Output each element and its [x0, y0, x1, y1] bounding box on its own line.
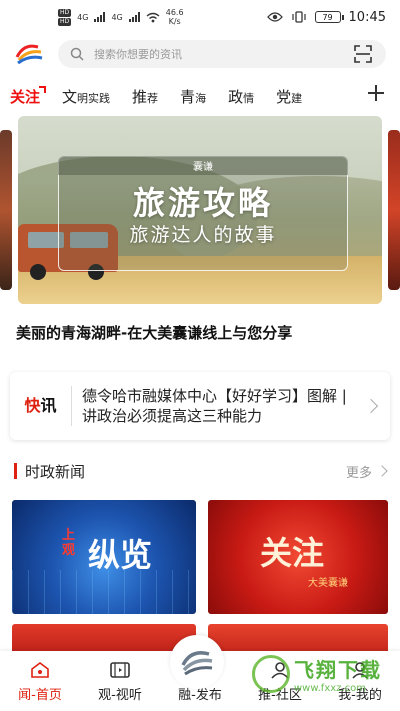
carousel-prev-slide[interactable]	[0, 130, 12, 290]
more-label: 更多	[345, 465, 372, 481]
video-icon	[110, 662, 130, 678]
watermark-text: 飞翔下载 www.fxxz.com	[294, 654, 382, 694]
search-bar[interactable]: 搜索你想要的资讯	[58, 40, 386, 68]
home-icon	[31, 662, 49, 678]
tab-label: 政	[228, 87, 244, 106]
scan-icon[interactable]	[352, 43, 374, 65]
banner-title: 旅游攻略	[132, 184, 273, 222]
tab-label: 文	[62, 87, 78, 106]
flash-headline: 德令哈市融媒体中心【好好学习】图解 | 讲政治必须提高这三种能力	[82, 387, 347, 425]
banner-slide[interactable]: 囊谦 旅游攻略 旅游达人的故事	[18, 116, 382, 304]
more-link[interactable]: 更多	[345, 462, 388, 481]
signal-icon	[94, 12, 106, 22]
speed-unit: K/s	[168, 17, 181, 26]
bottom-nav: 闻-首页 观-视听 融-发布 推-社区 我-我的 飞翔下载 www.fxxz.c…	[0, 635, 400, 711]
watermark-logo: 飞翔下载 www.fxxz.com	[252, 645, 392, 703]
eye-icon	[266, 12, 283, 22]
network-speed: 46.6 K/s	[166, 8, 184, 26]
flash-label: 快讯	[10, 386, 72, 426]
nav-video[interactable]: 观-视听	[80, 651, 160, 711]
nav-home[interactable]: 闻-首页	[0, 651, 80, 711]
banner-subtitle: 旅游达人的故事	[129, 224, 277, 246]
publish-center-button[interactable]	[170, 635, 224, 689]
tab-recommend[interactable]: 推荐	[132, 86, 158, 107]
hd-badge: HD	[58, 17, 72, 26]
thumbnail-prefix: 上观	[62, 528, 76, 558]
news-thumbnail[interactable]: 上观 纵览	[12, 500, 196, 614]
chevron-right-icon	[376, 465, 388, 477]
publish-logo-icon	[181, 651, 213, 676]
watermark-circle-icon	[252, 655, 290, 693]
tab-follow[interactable]: 关注	[10, 85, 47, 107]
thumbnail-grid	[12, 570, 196, 614]
news-thumbnail[interactable]: 关注 大美囊谦	[208, 500, 388, 614]
chevron-right-icon	[363, 398, 379, 414]
hd-badges: HD HD	[58, 8, 72, 26]
tab-label-small: 海	[195, 91, 207, 105]
speed-value: 46.6	[165, 8, 184, 17]
banner-tag: 囊谦	[58, 156, 348, 175]
wifi-icon	[146, 12, 160, 22]
tab-label: 党	[276, 87, 292, 106]
thumbnail-title: 纵览	[88, 536, 153, 574]
watermark-main: 飞翔下载	[294, 658, 382, 682]
flash-label-red: 快	[24, 396, 41, 415]
channel-tabs: 关注 文明实践 推荐 青海 政情 党建	[0, 80, 400, 112]
status-bar: HD HD 4G 4G 46.6 K/s 79 10:45	[0, 0, 400, 34]
nav-label: 闻-首页	[18, 688, 62, 703]
tab-label-small: 荐	[147, 91, 159, 105]
banner-carousel[interactable]: 囊谦 旅游攻略 旅游达人的故事	[0, 116, 400, 306]
tab-label-small: 情	[243, 91, 255, 105]
network-type-2: 4G	[111, 12, 123, 22]
thumbnail-title: 关注	[260, 534, 325, 572]
flash-label-black: 讯	[40, 396, 57, 415]
search-placeholder: 搜索你想要的资讯	[94, 48, 182, 61]
tab-label: 关注	[10, 87, 41, 106]
battery-icon: 79	[314, 11, 344, 23]
app-header: 搜索你想要的资讯	[0, 36, 400, 72]
carousel-next-slide[interactable]	[388, 130, 400, 290]
flash-news-card[interactable]: 快讯 德令哈市融媒体中心【好好学习】图解 | 讲政治必须提高这三种能力	[10, 372, 390, 440]
tab-civilization[interactable]: 文明实践	[62, 86, 110, 107]
tab-politics[interactable]: 政情	[228, 86, 254, 107]
section-header: 时政新闻 更多	[0, 454, 400, 488]
banner-caption[interactable]: 美丽的青海湖畔-在大美囊谦线上与您分享	[16, 322, 292, 343]
search-icon	[70, 47, 84, 61]
tab-qinghai[interactable]: 青海	[180, 86, 206, 107]
tab-label: 推	[132, 87, 148, 106]
nav-label: 观-视听	[98, 688, 142, 703]
app-logo[interactable]	[14, 41, 44, 67]
section-title: 时政新闻	[25, 462, 86, 481]
thumbnail-subtitle: 大美囊谦	[308, 578, 348, 589]
status-left: HD HD 4G 4G 46.6 K/s	[58, 8, 184, 26]
signal-icon	[128, 12, 140, 22]
tab-label-small: 明实践	[77, 91, 111, 105]
section-accent-bar	[14, 463, 17, 479]
tab-party[interactable]: 党建	[276, 86, 302, 107]
clock: 10:45	[348, 9, 386, 25]
add-channel-icon[interactable]	[366, 82, 386, 104]
vibrate-icon	[291, 11, 306, 23]
network-type-1: 4G	[77, 12, 89, 22]
status-right: 79 10:45	[266, 9, 386, 25]
tab-label-small: 建	[291, 91, 303, 105]
watermark-url: www.fxxz.com	[294, 683, 366, 694]
hd-badge: HD	[58, 8, 72, 17]
tab-label: 青	[180, 87, 196, 106]
